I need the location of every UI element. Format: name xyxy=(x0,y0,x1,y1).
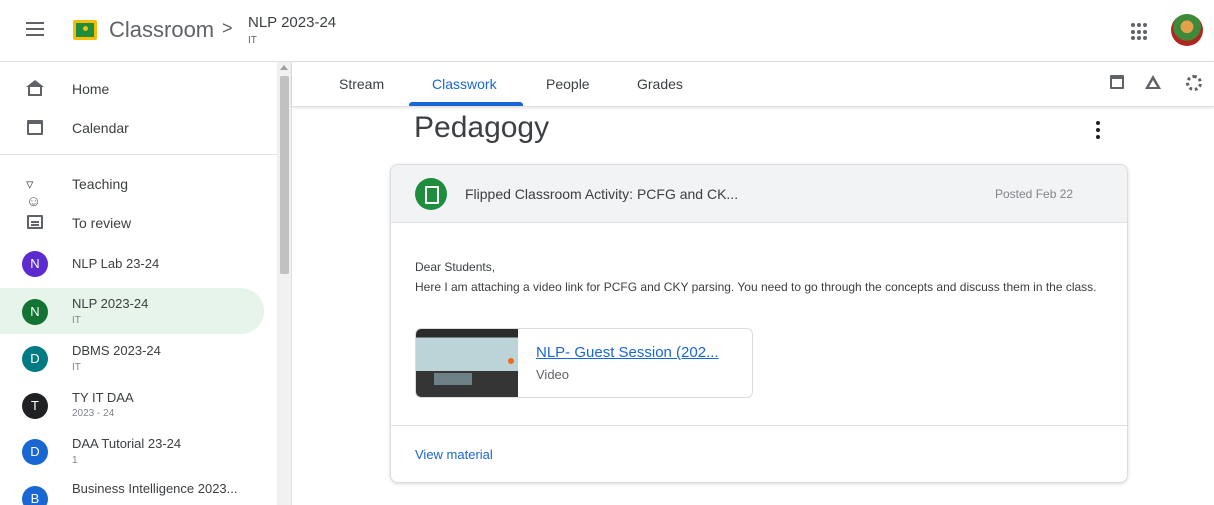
sidebar-scrollbar[interactable] xyxy=(277,62,291,505)
tab-stream[interactable]: Stream xyxy=(339,76,384,92)
material-book-icon xyxy=(415,178,447,210)
settings-gear-icon[interactable] xyxy=(1186,75,1202,91)
home-icon xyxy=(26,80,44,96)
view-material-link[interactable]: View material xyxy=(415,447,493,462)
tab-people[interactable]: People xyxy=(546,76,590,92)
tab-classwork[interactable]: Classwork xyxy=(432,76,497,92)
review-icon xyxy=(26,214,44,230)
sidebar-class-business-intelligence[interactable]: B Business Intelligence 2023... xyxy=(0,476,264,505)
class-name: DAA Tutorial 23-24 xyxy=(72,436,182,451)
class-name: TY IT DAA xyxy=(72,390,134,405)
sidebar-class-nlp[interactable]: N NLP 2023-24 IT xyxy=(0,288,264,334)
class-section: IT xyxy=(72,362,81,373)
card-footer-divider xyxy=(391,425,1127,426)
class-avatar: B xyxy=(22,486,48,505)
class-avatar: N xyxy=(22,299,48,325)
attachment-type: Video xyxy=(536,367,570,382)
video-attachment[interactable]: NLP- Guest Session (202... Video xyxy=(415,328,753,398)
scrollbar-thumb[interactable] xyxy=(280,76,289,274)
class-section: 1 xyxy=(72,455,78,466)
sidebar-item-label: Home xyxy=(72,81,110,97)
sidebar-item-label: Teaching xyxy=(72,176,129,192)
class-avatar: N xyxy=(22,251,48,277)
topic-title: Pedagogy xyxy=(414,111,550,144)
sidebar-class-daa[interactable]: T TY IT DAA 2023 - 24 xyxy=(0,386,264,432)
scroll-up-arrow-icon[interactable] xyxy=(280,65,288,70)
sidebar-class-dbms[interactable]: D DBMS 2023-24 IT xyxy=(0,338,264,384)
class-subtitle: IT xyxy=(248,35,257,46)
class-title[interactable]: NLP 2023-24 xyxy=(248,14,336,31)
attachment-title[interactable]: NLP- Guest Session (202... xyxy=(536,344,719,361)
class-name: Business Intelligence 2023... xyxy=(72,481,238,496)
material-card-header[interactable]: Flipped Classroom Activity: PCFG and CK.… xyxy=(391,165,1127,223)
class-avatar: T xyxy=(22,393,48,419)
people-icon: ▿☺ xyxy=(26,176,42,210)
sidebar-item-calendar[interactable]: Calendar xyxy=(0,108,264,146)
google-calendar-icon[interactable] xyxy=(1110,75,1124,89)
sidebar-item-teaching[interactable]: ▿☺ Teaching xyxy=(0,164,264,210)
material-card: Flipped Classroom Activity: PCFG and CK.… xyxy=(390,164,1128,483)
sidebar-class-nlp-lab[interactable]: N NLP Lab 23-24 xyxy=(0,241,264,287)
active-tab-indicator xyxy=(409,102,523,106)
class-tabs xyxy=(292,62,1214,107)
calendar-icon xyxy=(26,119,44,135)
breadcrumb-separator: > xyxy=(222,18,233,38)
material-description: Dear Students, Here I am attaching a vid… xyxy=(415,257,1107,297)
drive-folder-icon[interactable] xyxy=(1145,75,1161,89)
material-body-text: Here I am attaching a video link for PCF… xyxy=(415,280,1097,294)
material-posted-date: Posted Feb 22 xyxy=(995,187,1074,201)
sidebar-item-home[interactable]: Home xyxy=(0,69,264,107)
sidebar-class-daa-tutorial[interactable]: D DAA Tutorial 23-24 1 xyxy=(0,434,264,480)
classroom-logo[interactable] xyxy=(73,20,97,40)
google-apps-icon[interactable] xyxy=(1131,23,1149,41)
top-app-bar: Classroom > NLP 2023-24 IT xyxy=(0,0,1214,62)
video-thumbnail[interactable] xyxy=(416,329,518,397)
material-title[interactable]: Flipped Classroom Activity: PCFG and CK.… xyxy=(465,186,738,202)
account-avatar[interactable] xyxy=(1171,14,1203,46)
topic-more-options-icon[interactable] xyxy=(1096,121,1102,139)
class-name: NLP 2023-24 xyxy=(72,296,149,311)
class-name: NLP Lab 23-24 xyxy=(72,256,160,271)
main-menu-icon[interactable] xyxy=(26,22,44,36)
sidebar-divider xyxy=(0,154,277,155)
sidebar-item-label: To review xyxy=(72,215,132,231)
tab-grades[interactable]: Grades xyxy=(637,76,683,92)
sidebar-item-label: Calendar xyxy=(72,120,129,136)
class-section: 2023 - 24 xyxy=(72,408,115,419)
sidebar: Home Calendar ▿☺ Teaching To review N NL… xyxy=(0,62,292,505)
class-section: IT xyxy=(72,315,81,326)
class-name: DBMS 2023-24 xyxy=(72,343,161,358)
sidebar-item-to-review[interactable]: To review xyxy=(0,203,264,241)
class-avatar: D xyxy=(22,346,48,372)
class-avatar: D xyxy=(22,439,48,465)
app-name[interactable]: Classroom xyxy=(109,17,214,43)
material-greeting: Dear Students, xyxy=(415,260,496,274)
